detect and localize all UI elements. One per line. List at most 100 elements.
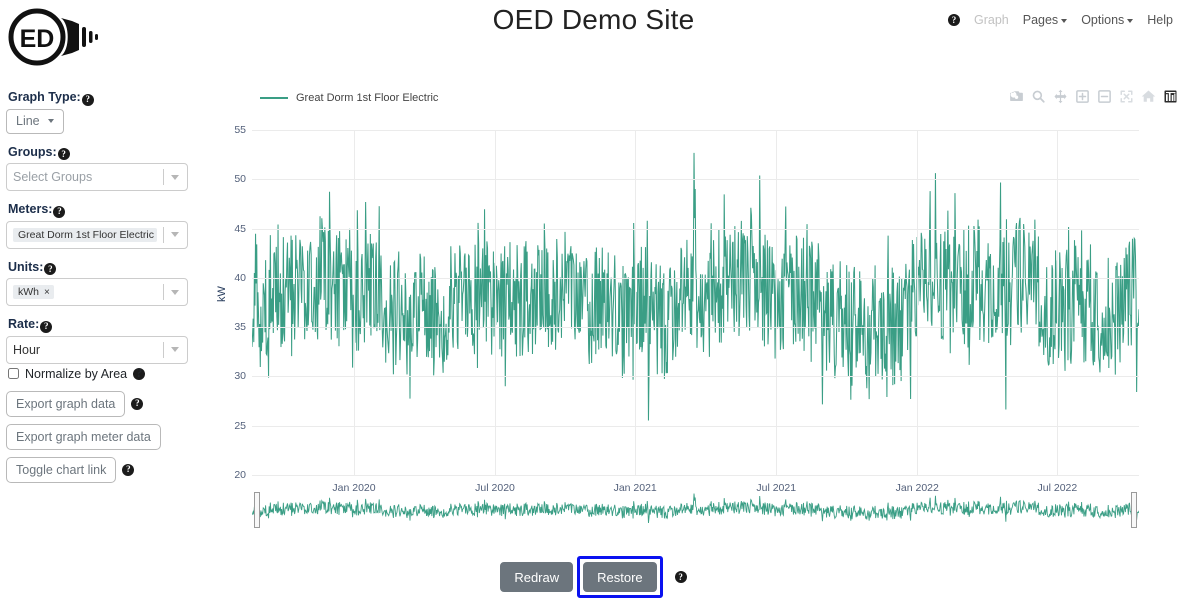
chart-legend[interactable]: Great Dorm 1st Floor Electric [260,92,438,104]
camera-icon[interactable] [1009,89,1024,104]
gridline [776,130,778,475]
help-circle-icon[interactable]: ? [81,93,94,106]
redraw-button[interactable]: Redraw [500,562,574,592]
rate-select-indicators [163,340,187,360]
graph-type-value: Line [16,114,40,128]
top-navigation: ? Graph Pages Options Help [947,13,1173,27]
rate-select[interactable]: Hour [6,335,188,364]
zoom-in-icon[interactable] [1075,89,1090,104]
toggle-chart-link-row: Toggle chart link ? [6,456,206,483]
remove-chip-icon[interactable]: × [44,287,50,298]
units-select[interactable]: kWh × [6,278,188,306]
zoom-out-icon[interactable] [1097,89,1112,104]
range-slider-right-handle[interactable] [1131,492,1137,528]
gridline [917,130,919,475]
legend-color-swatch [260,97,288,99]
normalize-by-area-label: Normalize by Area [25,366,128,381]
help-circle-icon[interactable]: ? [122,463,135,476]
help-circle-icon[interactable]: ? [947,14,960,26]
nav-item-options[interactable]: Options [1081,13,1134,27]
nav-item-graph[interactable]: Graph [974,13,1009,27]
meters-chip[interactable]: Great Dorm 1st Floor Electric × [13,227,157,242]
y-axis-title: kW [216,286,228,302]
export-graph-meter-data-row: Export graph meter data [6,423,206,450]
range-slider-line [251,493,1140,524]
pan-move-icon[interactable] [1053,89,1068,104]
range-slider[interactable] [251,490,1140,530]
graph-type-label: Graph Type:? [8,90,206,106]
help-circle-icon[interactable]: ? [53,205,66,218]
chevron-down-icon [47,119,54,123]
zoom-magnifier-icon[interactable] [1031,89,1046,104]
gridline [252,376,1139,378]
help-circle-icon[interactable]: ? [133,367,146,380]
groups-label: Groups:? [8,144,206,160]
range-slider-left-handle[interactable] [254,492,260,528]
rate-label: Rate:? [8,317,206,333]
chevron-down-icon[interactable] [171,174,179,180]
toggle-spikelines-icon[interactable] [1163,89,1178,104]
units-select-indicators [163,282,187,302]
help-circle-icon[interactable]: ? [44,263,57,275]
help-circle-icon[interactable]: ? [40,320,53,333]
graph-type-label-text: Graph Type: [8,90,81,104]
normalize-by-area-row[interactable]: Normalize by Area ? [8,367,206,381]
separator [163,169,164,185]
groups-select[interactable]: Select Groups [6,163,188,191]
restore-button[interactable]: Restore [583,562,657,592]
y-axis-tick-label: 25 [234,419,246,432]
plot-area[interactable]: 20 25 30 35 40 45 50 55 Jan 2020 Jul 2020 Jan 2021… [234,124,1140,494]
nav-item-help[interactable]: Help [1147,13,1173,27]
separator [163,226,164,243]
meters-select-indicators [163,225,187,245]
chevron-down-icon [1127,18,1134,23]
units-label-text: Units: [8,259,44,274]
y-axis-tick-label: 30 [234,370,246,383]
nav-item-pages[interactable]: Pages [1022,13,1068,27]
help-circle-icon[interactable]: ? [674,571,687,583]
units-chip[interactable]: kWh × [13,285,54,299]
y-axis-tick-label: 45 [234,222,246,235]
gridline [252,179,1139,181]
y-axis-tick-label: 35 [234,321,246,334]
units-chip-label: kWh [18,286,39,298]
autoscale-icon[interactable] [1119,89,1134,104]
gridline [252,228,1139,230]
help-circle-icon[interactable]: ? [131,397,144,410]
export-graph-meter-data-button[interactable]: Export graph meter data [6,423,161,450]
units-label: Units:? [8,259,206,275]
chevron-down-icon[interactable] [171,232,179,237]
normalize-by-area-checkbox[interactable] [8,368,19,379]
legend-label: Great Dorm 1st Floor Electric [296,92,439,104]
line-chart: Great Dorm 1st Floor Electric kW 20 25 30 3… [212,86,1180,546]
groups-label-text: Groups: [8,144,57,159]
meters-chip-label: Great Dorm 1st Floor Electric [18,228,154,241]
toggle-chart-link-button[interactable]: Toggle chart link [6,456,117,483]
y-axis-tick-label: 20 [234,469,246,481]
export-graph-data-button[interactable]: Export graph data [6,390,126,417]
chevron-down-icon[interactable] [171,347,179,352]
separator [163,341,164,358]
rate-label-text: Rate: [8,317,40,331]
chevron-down-icon[interactable] [171,289,179,295]
y-axis-tick-label: 40 [234,271,246,284]
groups-placeholder: Select Groups [13,170,93,184]
gridline [252,475,1139,476]
restore-button-focus-ring: Restore [577,556,663,598]
reset-home-icon[interactable] [1141,89,1156,104]
graph-type-dropdown[interactable]: Line [6,108,64,134]
app-root: ED OED Demo Site ? Graph Pages Options H… [0,0,1187,598]
chevron-down-icon [1061,18,1068,23]
meters-label: Meters:? [8,202,206,218]
export-graph-data-row: Export graph data ? [6,390,206,417]
chart-action-bar: Redraw Restore ? [0,556,1187,598]
rate-value: Hour [13,342,41,357]
controls-sidebar: Graph Type:? Line Groups:? Select Groups… [6,90,206,490]
gridline [635,130,637,475]
help-circle-icon[interactable]: ? [57,148,70,160]
gridline [252,277,1139,279]
meters-select[interactable]: Great Dorm 1st Floor Electric × [6,220,188,249]
separator [163,284,164,300]
series-path-container [251,152,1140,421]
nav-item-pages-label: Pages [1022,13,1059,27]
